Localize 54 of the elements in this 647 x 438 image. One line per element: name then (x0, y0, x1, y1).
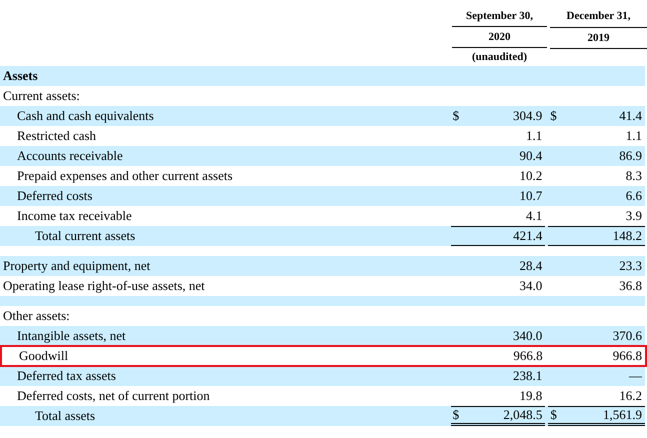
column-header: December 31, (566, 10, 630, 22)
table-cell-text: 28.4 (520, 257, 542, 276)
row-label: Intangible assets, net (17, 328, 126, 344)
table-cell-text: 23.3 (619, 257, 642, 276)
currency-symbol: $ (452, 407, 460, 422)
table-cell-text: 19.8 (520, 387, 542, 406)
table-cell-text: 16.2 (619, 387, 642, 406)
table-cell-text: 36.8 (619, 277, 642, 296)
table-cell-text: 421.4 (513, 227, 542, 246)
column-header: September 30, (466, 10, 533, 22)
table-cell-text: 966.8 (612, 347, 642, 366)
row-label: Deferred costs (17, 188, 92, 204)
row-label: Goodwill (19, 348, 68, 364)
table-cell-text: 86.9 (619, 147, 642, 166)
table-cell-text: 304.9 (513, 107, 542, 126)
table-cell-text: 1.1 (526, 127, 542, 146)
row-label: Income tax receivable (17, 208, 132, 224)
table-cell-text: 340.0 (513, 327, 542, 346)
row-label: Total assets (35, 408, 96, 424)
table-cell-text: 148.2 (612, 227, 642, 246)
table-cell-text: 370.6 (612, 327, 642, 346)
table-cell-text: 4.1 (526, 207, 542, 226)
table-cell-text: 10.7 (520, 187, 542, 206)
table-cell-text: 3.9 (626, 207, 642, 226)
currency-symbol: $ (550, 108, 557, 124)
column-year: 2019 (588, 32, 610, 44)
table-cell-text: 1,561.9 (603, 406, 642, 424)
table-cell-text: 1.1 (626, 127, 642, 146)
row-label: Deferred costs, net of current portion (17, 388, 210, 404)
table-cell-text: 6.6 (626, 187, 642, 206)
table-cell-text: 41.4 (619, 107, 642, 126)
table-cell-text: — (629, 367, 642, 386)
column-note: (unaudited) (472, 51, 528, 63)
row-label: Current assets: (3, 88, 80, 104)
row-label: Total current assets (35, 228, 136, 244)
row-label: Prepaid expenses and other current assets (17, 168, 233, 184)
row-label: Accounts receivable (17, 148, 123, 164)
column-year: 2020 (488, 31, 510, 43)
table-cell-text: 34.0 (520, 277, 542, 296)
row-label: Operating lease right-of-use assets, net (3, 278, 205, 294)
table-cell-text: 2,048.5 (503, 406, 542, 424)
row-label: Cash and cash equivalents (17, 108, 154, 124)
row-label: Property and equipment, net (3, 258, 150, 274)
row-label: Other assets: (3, 308, 70, 324)
table-cell-text: 10.2 (520, 167, 542, 186)
row-label: Restricted cash (17, 128, 96, 144)
table-cell-text: 8.3 (626, 167, 642, 186)
row-label: Deferred tax assets (17, 368, 116, 384)
table-cell-text: 90.4 (520, 147, 542, 166)
table-cell-text: 966.8 (513, 347, 543, 366)
row-label: Assets (3, 68, 38, 84)
currency-symbol: $ (452, 108, 460, 124)
currency-symbol: $ (550, 407, 557, 422)
table-cell-text: 238.1 (513, 367, 542, 386)
